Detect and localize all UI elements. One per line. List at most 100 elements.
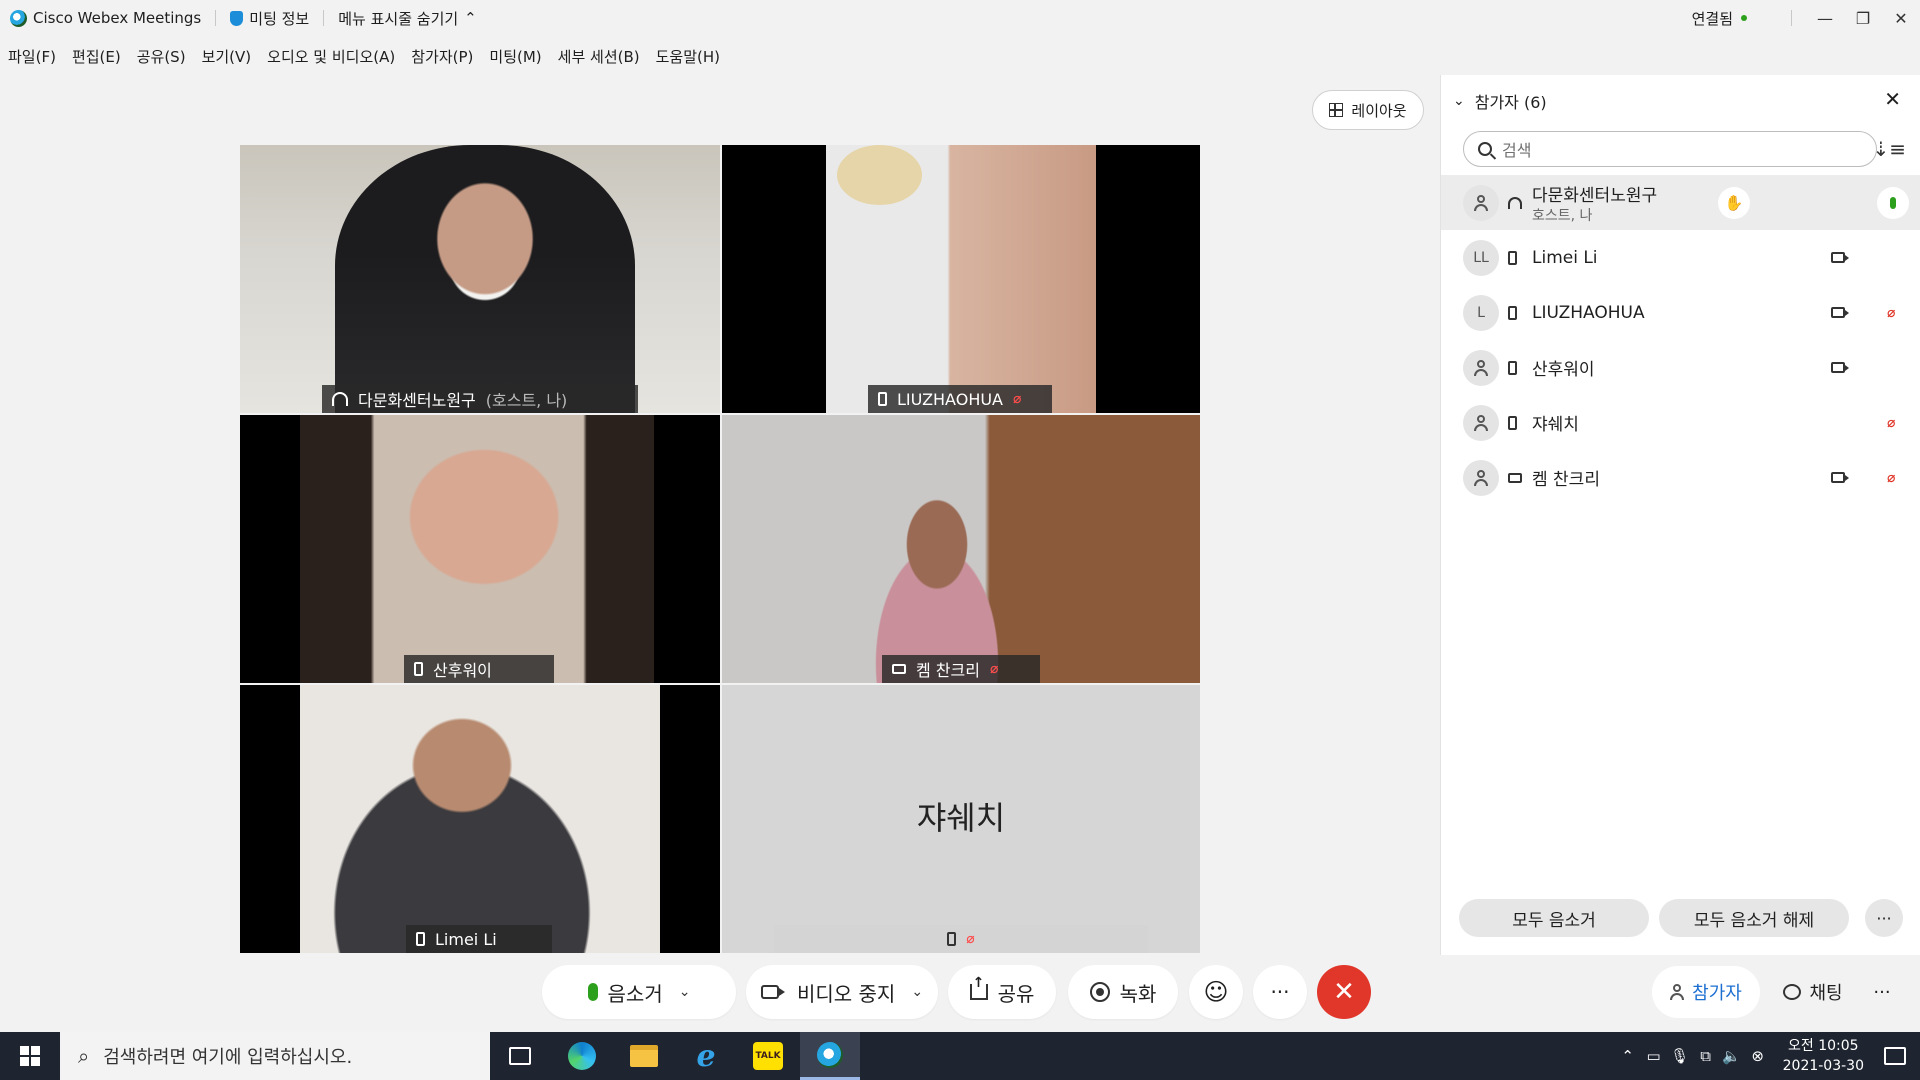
- participant-row[interactable]: 산후워이: [1441, 340, 1920, 395]
- microphone-icon[interactable]: [1877, 186, 1909, 219]
- start-button[interactable]: [0, 1032, 60, 1080]
- headset-icon: [1508, 196, 1522, 209]
- file-explorer-app[interactable]: [614, 1032, 674, 1080]
- minimize-button[interactable]: —: [1806, 9, 1844, 28]
- stop-video-label: 비디오 중지: [796, 981, 896, 1006]
- video-tile[interactable]: LIUZHAOHUA ⌀: [722, 145, 1200, 413]
- menu-meeting[interactable]: 미팅(M): [489, 46, 541, 67]
- webex-app[interactable]: [800, 1032, 860, 1080]
- search-icon: [1478, 142, 1492, 156]
- video-tile[interactable]: 켐 찬크리 ⌀: [722, 415, 1200, 683]
- reactions-button[interactable]: ☺: [1189, 965, 1243, 1019]
- chevron-up-icon[interactable]: ⌃: [1615, 1047, 1641, 1065]
- menu-help[interactable]: 도움말(H): [656, 46, 720, 67]
- participant-role: 호스트, 나: [1532, 208, 1593, 224]
- close-icon: ✕: [1333, 977, 1355, 1007]
- clock-date: 2021-03-30: [1782, 1058, 1864, 1074]
- muted-mic-icon[interactable]: ⌀: [1887, 470, 1895, 486]
- more-options-button[interactable]: ···: [1253, 965, 1307, 1019]
- title-bar: Cisco Webex Meetings 미팅 정보 메뉴 표시줄 숨기기 ⌃ …: [0, 0, 1920, 36]
- share-button[interactable]: 공유: [948, 965, 1056, 1019]
- sort-icon[interactable]: ⇣≡: [1872, 137, 1906, 161]
- chevron-down-icon[interactable]: ⌄: [911, 984, 923, 1000]
- more-panels-button[interactable]: ···: [1862, 966, 1902, 1018]
- divider: [323, 10, 325, 26]
- phone-icon: [1508, 415, 1517, 430]
- chevron-down-icon[interactable]: ⌄: [679, 984, 691, 1000]
- participants-tab[interactable]: 참가자: [1652, 966, 1760, 1018]
- tile-nameplate: LIUZHAOHUA ⌀: [868, 385, 1052, 413]
- record-button[interactable]: 녹화: [1068, 965, 1178, 1019]
- notification-icon[interactable]: [1884, 1047, 1906, 1065]
- menu-view[interactable]: 보기(V): [202, 46, 252, 67]
- status-dot-icon: [1741, 15, 1747, 21]
- microphone-icon[interactable]: 🎙: [1667, 1047, 1693, 1065]
- menu-edit[interactable]: 편집(E): [72, 46, 121, 67]
- kakaotalk-app[interactable]: TALK: [738, 1032, 798, 1080]
- task-view-button[interactable]: [490, 1032, 550, 1080]
- menu-breakout[interactable]: 세부 세션(B): [558, 46, 640, 67]
- battery-icon[interactable]: ▭: [1641, 1047, 1667, 1065]
- phone-icon: [947, 932, 957, 946]
- meeting-info-button[interactable]: 미팅 정보: [230, 8, 309, 29]
- video-camera-icon: [1831, 307, 1849, 318]
- raise-hand-icon[interactable]: ✋: [1718, 186, 1750, 219]
- participant-row[interactable]: 다문화센터노원구 호스트, 나 ✋: [1441, 175, 1920, 230]
- video-tile[interactable]: 산후워이: [240, 415, 720, 683]
- avatar: [1463, 184, 1499, 221]
- internet-explorer-icon: e: [696, 1038, 716, 1074]
- restore-button[interactable]: ❐: [1844, 9, 1882, 28]
- video-tile[interactable]: 다문화센터노원구 (호스트, 나): [240, 145, 720, 413]
- panel-title: 참가자 (6): [1474, 93, 1547, 112]
- clock[interactable]: 오전 10:05 2021-03-30: [1783, 1036, 1864, 1076]
- volume-icon[interactable]: 🔈: [1719, 1047, 1745, 1065]
- network-icon[interactable]: ⧉: [1693, 1047, 1719, 1065]
- video-camera-icon: [1831, 472, 1849, 483]
- menu-file[interactable]: 파일(F): [8, 46, 56, 67]
- video-tile[interactable]: Limei Li: [240, 685, 720, 953]
- close-panel-button[interactable]: ✕: [1884, 87, 1901, 111]
- participant-video: [842, 485, 1032, 683]
- tile-nameplate: 산후워이: [404, 655, 554, 683]
- app-title: Cisco Webex Meetings: [0, 9, 201, 27]
- tile-name: 산후워이: [433, 661, 492, 680]
- layout-button[interactable]: 레이아웃: [1312, 90, 1424, 130]
- close-icon[interactable]: ⊗: [1745, 1047, 1771, 1065]
- menu-share[interactable]: 공유(S): [137, 46, 186, 67]
- participant-row[interactable]: LL Limei Li: [1441, 230, 1920, 285]
- muted-mic-icon[interactable]: ⌀: [1887, 415, 1895, 431]
- video-tile-off[interactable]: 쟈쉐치 ⌀: [722, 685, 1200, 953]
- panel-header: ⌄ 참가자 (6) ✕: [1453, 87, 1909, 115]
- avatar: [1463, 459, 1499, 496]
- system-tray: ⌃ ▭ 🎙 ⧉ 🔈 ⊗ 오전 10:05 2021-03-30: [1615, 1032, 1920, 1080]
- menu-participants[interactable]: 참가자(P): [411, 46, 473, 67]
- close-window-button[interactable]: ✕: [1882, 9, 1920, 28]
- windows-logo-icon: [20, 1046, 40, 1066]
- video-camera-icon: [1831, 252, 1849, 263]
- participant-row[interactable]: 켐 찬크리 ⌀: [1441, 450, 1920, 505]
- hide-menu-button[interactable]: 메뉴 표시줄 숨기기 ⌃: [338, 8, 477, 29]
- participant-search-input[interactable]: 검색: [1463, 131, 1877, 167]
- menu-audio-video[interactable]: 오디오 및 비디오(A): [267, 46, 395, 67]
- more-icon: ···: [1876, 908, 1892, 928]
- edge-app[interactable]: [552, 1032, 612, 1080]
- chevron-down-icon[interactable]: ⌄: [1453, 93, 1465, 109]
- participant-name: Limei Li: [1532, 247, 1598, 268]
- end-meeting-button[interactable]: ✕: [1317, 965, 1371, 1019]
- panel-more-button[interactable]: ···: [1865, 899, 1903, 937]
- smiley-icon: ☺: [1203, 978, 1229, 1006]
- stop-video-button[interactable]: 비디오 중지 ⌄: [746, 965, 938, 1019]
- participant-row[interactable]: 쟈쉐치 ⌀: [1441, 395, 1920, 450]
- taskbar-search-input[interactable]: ⌕ 검색하려면 여기에 입력하십시오.: [60, 1032, 490, 1080]
- internet-explorer-app[interactable]: e: [676, 1032, 736, 1080]
- unmute-all-button[interactable]: 모두 음소거 해제: [1659, 899, 1849, 937]
- more-icon: ···: [1873, 981, 1891, 1003]
- participant-row[interactable]: L LIUZHAOHUA ⌀: [1441, 285, 1920, 340]
- mute-all-button[interactable]: 모두 음소거: [1459, 899, 1649, 937]
- mute-button[interactable]: 음소거 ⌄: [542, 965, 736, 1019]
- chat-tab[interactable]: 채팅: [1770, 966, 1856, 1018]
- avatar: [1463, 404, 1499, 441]
- participant-name: 쟈쉐치: [1532, 415, 1579, 435]
- muted-mic-icon[interactable]: ⌀: [1887, 305, 1895, 321]
- chevron-up-icon: ⌃: [464, 9, 477, 27]
